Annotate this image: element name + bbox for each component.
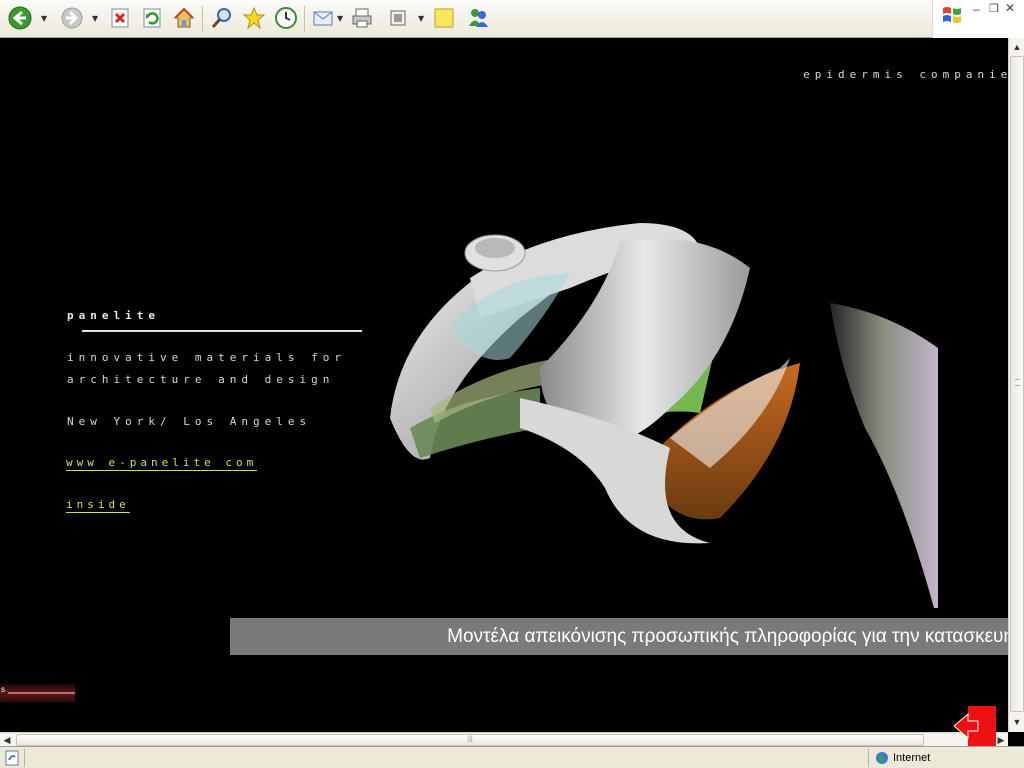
toolbar-separator [304, 6, 305, 32]
messenger-icon[interactable] [466, 6, 490, 30]
restore-icon[interactable]: ❐ [989, 2, 999, 15]
notes-icon[interactable] [432, 6, 456, 30]
horizontal-scroll-thumb[interactable]: ||| [16, 734, 924, 746]
back-icon[interactable] [8, 6, 32, 30]
stop-icon[interactable] [108, 6, 132, 30]
forward-dropdown-icon[interactable]: ▼ [92, 14, 98, 23]
minimize-icon[interactable]: ‒ [973, 2, 980, 16]
caption-bar: Μοντέλα απεικόνισης προσωπικής πληροφορί… [230, 618, 1008, 655]
window-controls: ‒ ❐ ✕ [932, 0, 1024, 38]
history-icon[interactable] [274, 6, 298, 30]
scroll-up-icon[interactable]: ▲ [1010, 39, 1024, 55]
mail-dropdown-icon[interactable]: ▼ [337, 14, 343, 23]
windows-logo-icon [943, 7, 961, 23]
zone-label: Internet [893, 752, 931, 764]
back-dropdown-icon[interactable]: ▼ [41, 14, 47, 23]
print-icon[interactable] [350, 6, 374, 30]
slide-back-button[interactable] [954, 706, 998, 746]
horizontal-scrollbar[interactable]: ◀ ||| ▶ [0, 732, 1008, 746]
status-bar: Internet [0, 746, 1024, 768]
mail-icon[interactable] [312, 6, 336, 30]
forward-icon[interactable] [60, 6, 84, 30]
home-icon[interactable] [172, 6, 196, 30]
close-icon[interactable]: ✕ [1005, 1, 1015, 15]
location-text: New York/ Los Angeles [67, 415, 312, 428]
scroll-left-icon[interactable]: ◀ [0, 733, 14, 747]
brand-label: epidermis companies [803, 68, 1008, 81]
status-text-area [24, 749, 866, 767]
scroll-down-icon[interactable]: ▼ [1010, 714, 1024, 730]
website-link[interactable]: www e-panelite com [66, 456, 258, 471]
tagline-line-2: architecture and design [67, 373, 335, 386]
inside-link[interactable]: inside [66, 498, 130, 513]
tagline-line-1: innovative materials for [67, 351, 346, 364]
scroll-grip-icon [1015, 379, 1020, 386]
edit-icon[interactable] [386, 6, 410, 30]
vertical-scrollbar[interactable]: ▲ ▼ [1008, 38, 1024, 732]
vertical-scroll-thumb[interactable] [1010, 56, 1024, 712]
thumbnail-line [8, 692, 75, 694]
thumbnail-label: s [1, 685, 5, 694]
caption-text: Μοντέλα απεικόνισης προσωπικής πληροφορί… [447, 626, 1008, 647]
heading-divider [82, 330, 362, 332]
security-zone: Internet [868, 749, 1008, 767]
thumbnail-strip[interactable]: s [0, 684, 75, 702]
edit-dropdown-icon[interactable]: ▼ [418, 14, 424, 23]
toolbar-separator [202, 6, 203, 32]
favorites-icon[interactable] [242, 6, 266, 30]
browser-toolbar: ▼ ▼ ▼ ▼ [0, 0, 1024, 38]
page-viewport: epidermis companies panelite innovative … [0, 38, 1008, 732]
refresh-icon[interactable] [140, 6, 164, 30]
search-icon[interactable] [210, 6, 234, 30]
site-heading: panelite [67, 309, 160, 322]
page-status-icon [5, 750, 19, 766]
globe-icon [876, 752, 888, 764]
hero-sculpture-image [390, 223, 938, 608]
